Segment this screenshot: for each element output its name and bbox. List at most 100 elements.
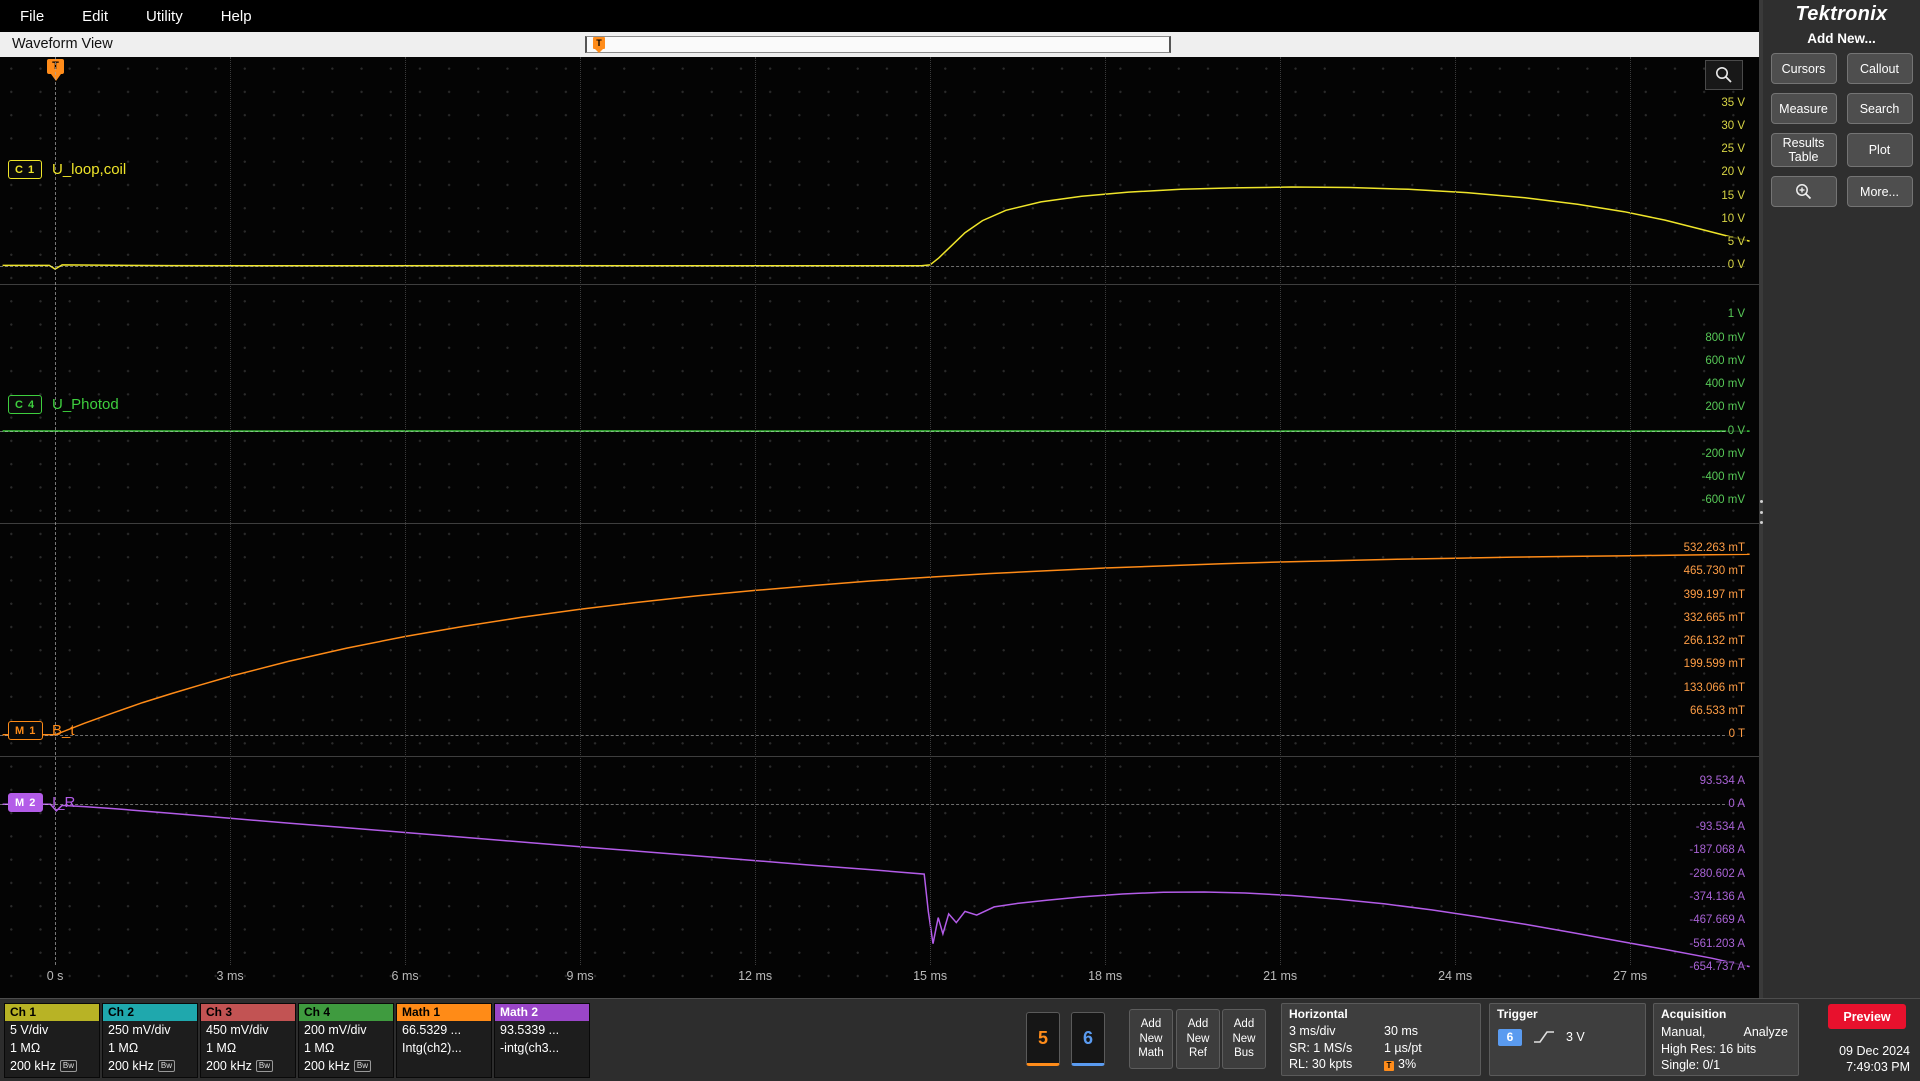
record-trigger-marker[interactable]: T	[593, 37, 605, 49]
menu-bar: File Edit Utility Help	[0, 0, 1763, 32]
badge-row: 5 V/div	[5, 1021, 99, 1039]
y-axis-label: 1 V	[1726, 308, 1747, 320]
more-button[interactable]: More...	[1847, 176, 1913, 207]
y-axis-label: 332.665 mT	[1682, 612, 1747, 624]
channel-handle-ch4[interactable]: C 4	[8, 395, 42, 414]
grid-line	[755, 57, 756, 965]
horizontal-panel[interactable]: Horizontal 3 ms/div30 msSR: 1 MS/s1 µs/p…	[1281, 1003, 1481, 1076]
y-axis-label: 25 V	[1719, 143, 1747, 155]
channel-handle-math1[interactable]: M 1	[8, 721, 43, 740]
waveform-trace-math2	[3, 804, 1750, 966]
y-axis-label: 5 V	[1726, 236, 1747, 248]
zoom-overview-button[interactable]	[1705, 60, 1743, 90]
bandwidth-limit-icon: Bw	[256, 1060, 273, 1072]
badge-row: 1 MΩ	[103, 1039, 197, 1057]
badge-row: -intg(ch3...	[495, 1039, 589, 1057]
channel-badge-ch-3[interactable]: Ch 3450 mV/div1 MΩ200 kHzBw	[200, 1003, 296, 1078]
add-new-math-button[interactable]: Add New Math	[1129, 1009, 1173, 1069]
channel-badge-math-1[interactable]: Math 166.5329 ...Intg(ch2)...	[396, 1003, 492, 1078]
trigger-source-badge[interactable]: 6	[1498, 1029, 1522, 1046]
results-table-button[interactable]: Results Table	[1771, 133, 1837, 167]
acquisition-mode-row: Manual, Analyze	[1654, 1023, 1798, 1041]
y-axis-label: 600 mV	[1703, 355, 1747, 367]
zero-level-line	[0, 735, 1745, 736]
add-new-bus-button[interactable]: Add New Bus	[1222, 1009, 1266, 1069]
acquisition-resolution: High Res: 16 bits	[1654, 1041, 1798, 1058]
y-axis-label: -400 mV	[1700, 471, 1747, 483]
measure-button[interactable]: Measure	[1771, 93, 1837, 124]
channel-handle-ch1[interactable]: C 1	[8, 160, 42, 179]
right-panel: Tektronix Add New... Cursors Callout Mea…	[1763, 0, 1920, 998]
magnifier-icon	[1714, 65, 1734, 85]
callout-button[interactable]: Callout	[1847, 53, 1913, 84]
channel-badge-ch-4[interactable]: Ch 4200 mV/div1 MΩ200 kHzBw	[298, 1003, 394, 1078]
horizontal-value: 1 µs/pt	[1384, 1040, 1480, 1057]
acquisition-single: Single: 0/1	[1654, 1057, 1798, 1074]
y-axis-label: -280.602 A	[1687, 868, 1747, 880]
zero-level-line	[0, 804, 1745, 805]
channel-6-button[interactable]: 6	[1071, 1012, 1105, 1066]
y-axis-label: 199.599 mT	[1682, 658, 1747, 670]
channel-5-button[interactable]: 5	[1026, 1012, 1060, 1066]
add-new-label: Add New...	[1763, 31, 1920, 46]
horizontal-row: SR: 1 MS/s1 µs/pt	[1282, 1040, 1480, 1057]
x-axis-label: 9 ms	[567, 969, 594, 983]
badge-title: Math 2	[495, 1004, 589, 1021]
waveform-trace-math1	[3, 554, 1750, 735]
slice-divider	[0, 523, 1759, 524]
y-axis-label: 266.132 mT	[1682, 635, 1747, 647]
y-axis-label: -200 mV	[1700, 448, 1747, 460]
y-axis-label: 200 mV	[1703, 401, 1747, 413]
badge-row: 66.5329 ...	[397, 1021, 491, 1039]
channel-badge-ch-1[interactable]: Ch 15 V/div1 MΩ200 kHzBw	[4, 1003, 100, 1078]
record-view-scrollbar[interactable]: T	[585, 36, 1171, 53]
horizontal-value: T3%	[1384, 1056, 1480, 1073]
x-axis-label: 15 ms	[913, 969, 947, 983]
badge-row: 250 mV/div	[103, 1021, 197, 1039]
cursors-button[interactable]: Cursors	[1771, 53, 1837, 84]
x-axis-label: 6 ms	[392, 969, 419, 983]
add-new-ref-button[interactable]: Add New Ref	[1176, 1009, 1220, 1069]
badge-title: Ch 1	[5, 1004, 99, 1021]
plot-button[interactable]: Plot	[1847, 133, 1913, 167]
tektronix-logo: Tektronix	[1763, 3, 1920, 26]
y-axis-label: 30 V	[1719, 120, 1747, 132]
rising-edge-icon	[1531, 1028, 1557, 1046]
channel-badge-math-2[interactable]: Math 293.5339 ...-intg(ch3...	[494, 1003, 590, 1078]
trigger-panel[interactable]: Trigger 6 3 V	[1489, 1003, 1646, 1076]
badge-title: Math 1	[397, 1004, 491, 1021]
oscilloscope-app: FileEditUtilityHelp Waveform View T T 35…	[0, 0, 1920, 1080]
trigger-settings-row: 6 3 V	[1490, 1023, 1645, 1046]
trigger-time-line	[55, 57, 56, 965]
menu-item-utility[interactable]: Utility	[146, 8, 183, 25]
horizontal-title: Horizontal	[1282, 1004, 1480, 1023]
badge-row: 450 mV/div	[201, 1021, 295, 1039]
search-button[interactable]: Search	[1847, 93, 1913, 124]
preview-button[interactable]: Preview	[1828, 1004, 1906, 1029]
zero-level-line	[0, 431, 1745, 432]
badge-row: 200 kHzBw	[201, 1057, 295, 1075]
waveform-name-ch4: U_Photod	[52, 396, 119, 413]
bandwidth-limit-icon: Bw	[354, 1060, 371, 1072]
x-axis-label: 3 ms	[217, 969, 244, 983]
horizontal-value: RL: 30 kpts	[1289, 1056, 1384, 1073]
acquisition-panel[interactable]: Acquisition Manual, Analyze High Res: 16…	[1653, 1003, 1799, 1076]
grid-line	[1455, 57, 1456, 965]
y-axis-label: -187.068 A	[1687, 844, 1747, 856]
badge-row: Intg(ch2)...	[397, 1039, 491, 1057]
zoom-button[interactable]	[1771, 176, 1837, 207]
badge-title: Ch 3	[201, 1004, 295, 1021]
x-axis-label: 24 ms	[1438, 969, 1472, 983]
magnifier-plus-icon	[1794, 182, 1814, 202]
menu-item-help[interactable]: Help	[221, 8, 252, 25]
channel-handle-math2[interactable]: M 2	[8, 793, 43, 812]
zero-level-line	[0, 266, 1745, 267]
menu-item-edit[interactable]: Edit	[82, 8, 108, 25]
y-axis-label: -467.669 A	[1687, 914, 1747, 926]
channel-badge-ch-2[interactable]: Ch 2250 mV/div1 MΩ200 kHzBw	[102, 1003, 198, 1078]
side-button-grid: Cursors Callout Measure Search Results T…	[1763, 53, 1920, 207]
horizontal-row: 3 ms/div30 ms	[1282, 1023, 1480, 1040]
x-axis-label: 27 ms	[1613, 969, 1647, 983]
menu-item-file[interactable]: File	[20, 8, 44, 25]
badge-row: 200 kHzBw	[5, 1057, 99, 1075]
